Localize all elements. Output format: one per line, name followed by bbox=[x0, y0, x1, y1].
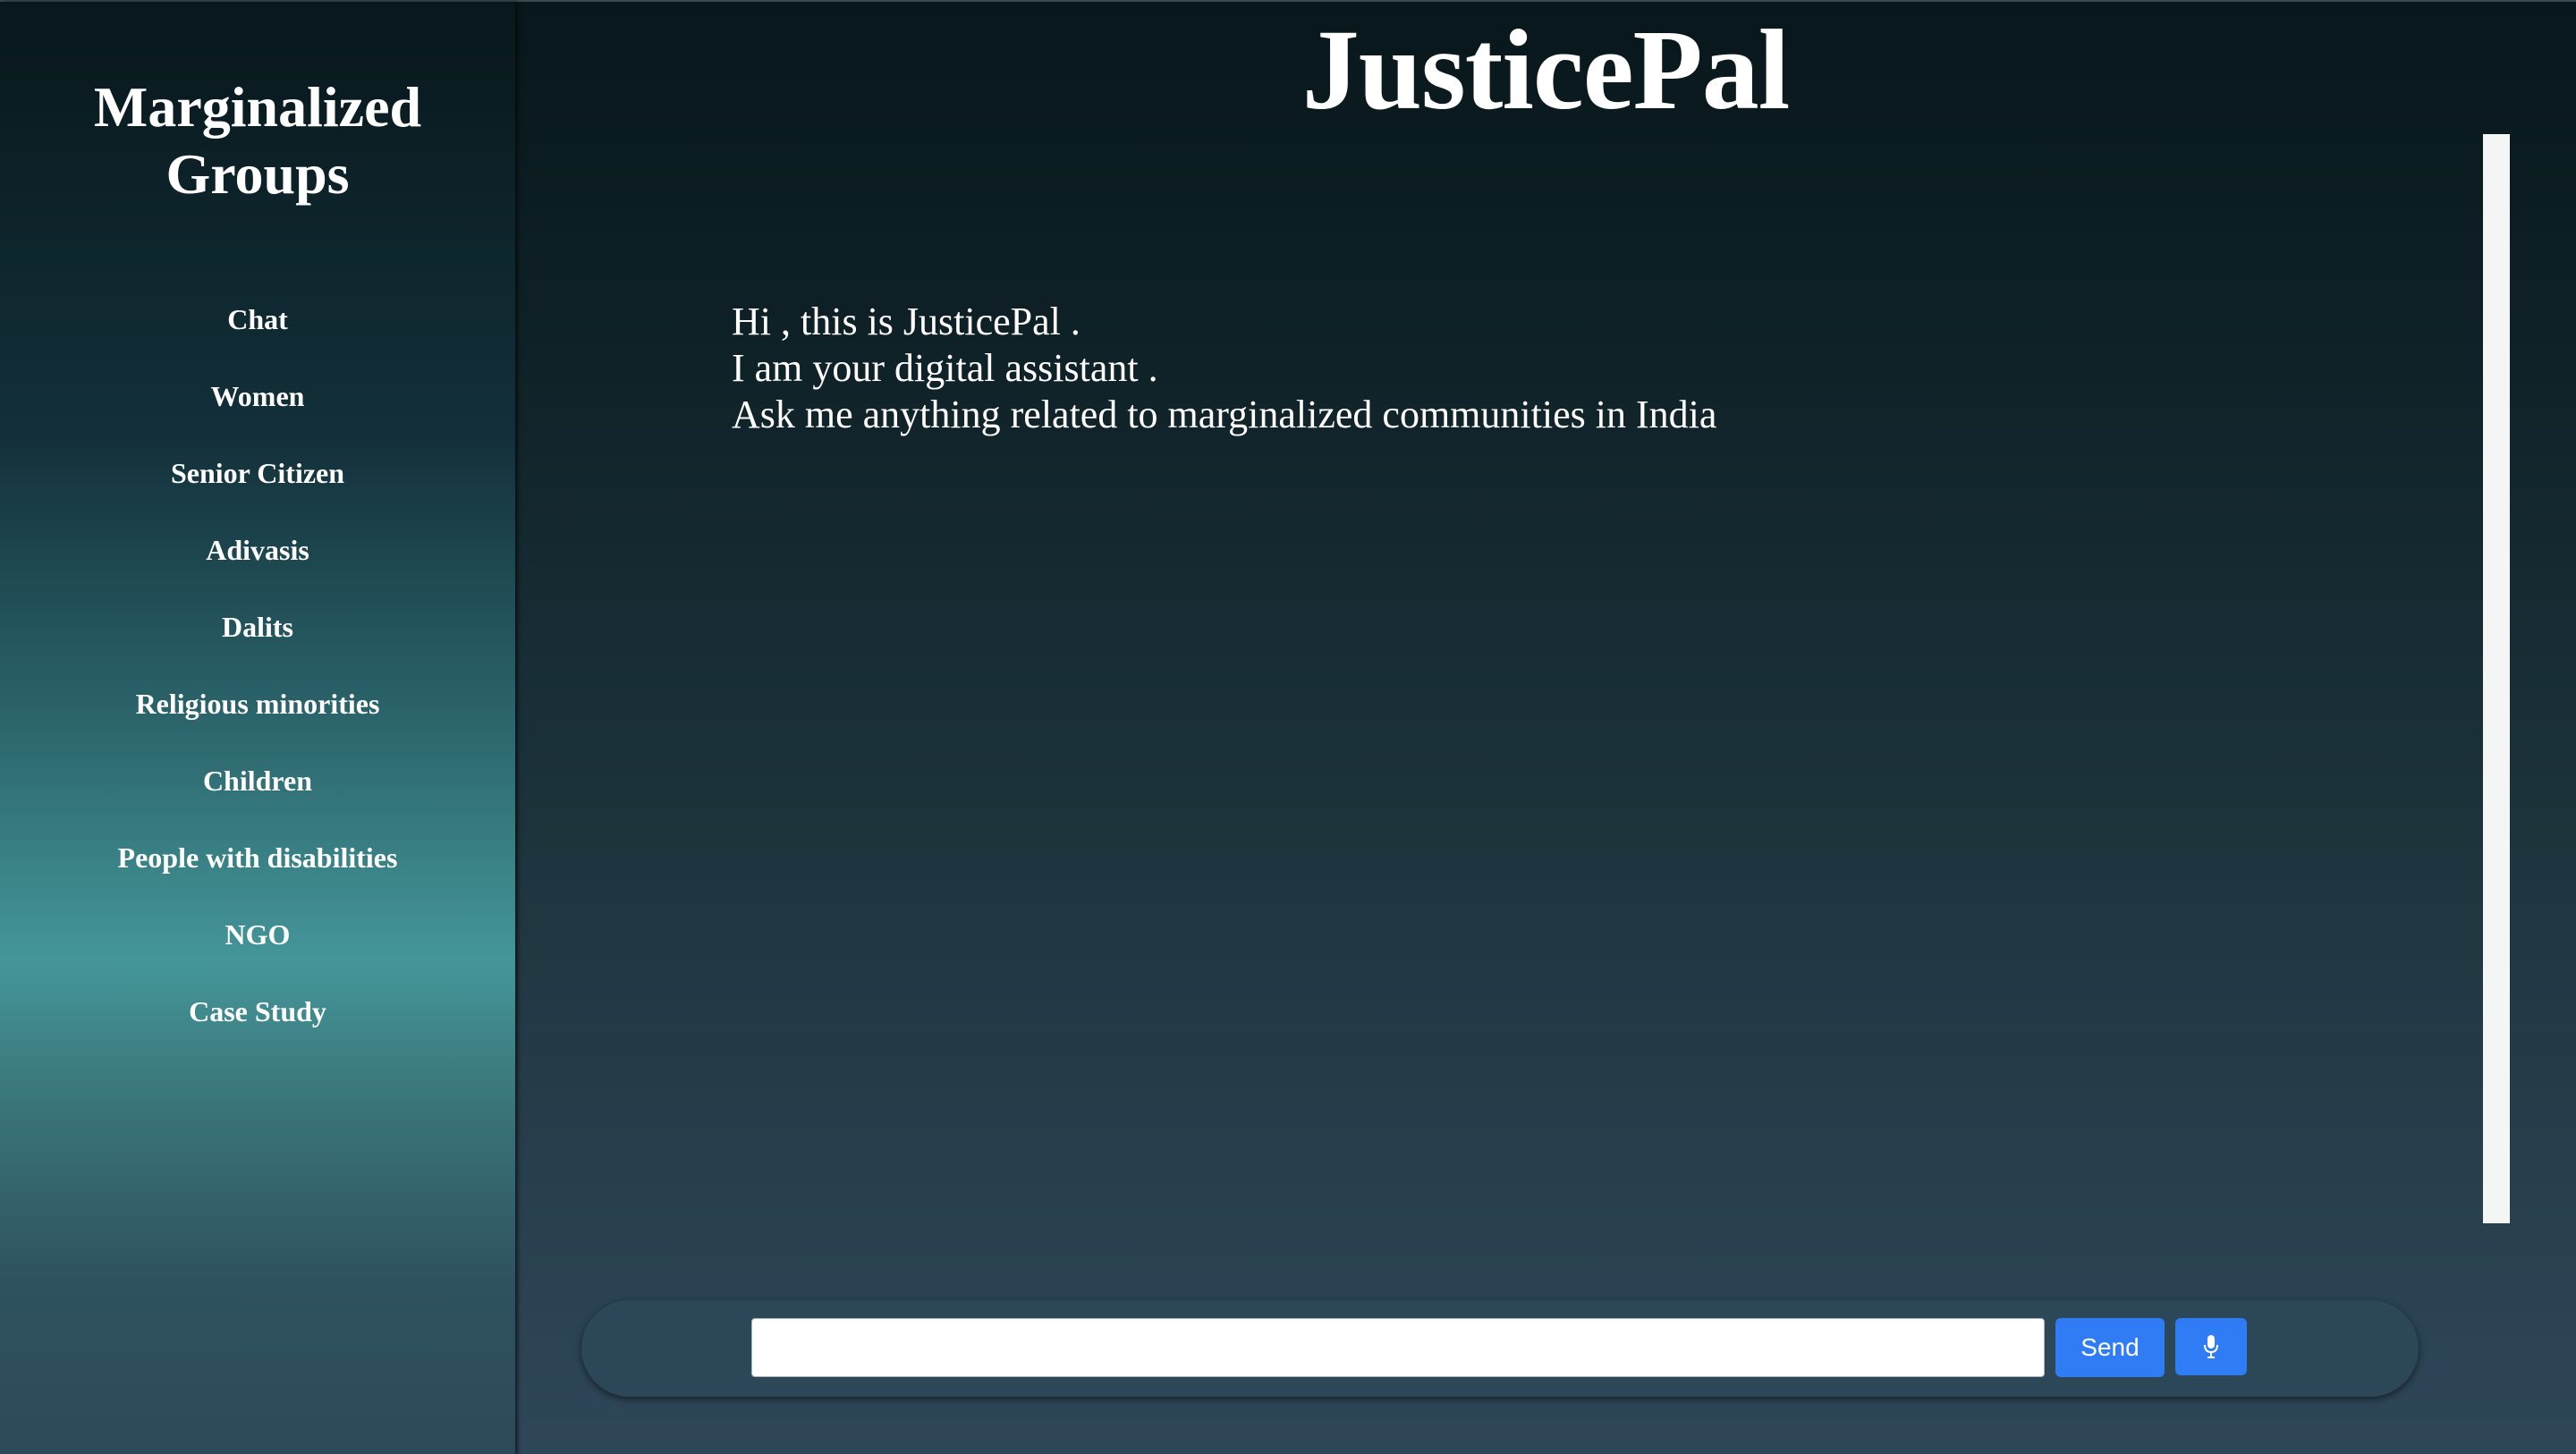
chat-scrollbar[interactable] bbox=[2483, 134, 2510, 1223]
microphone-icon bbox=[2204, 1335, 2218, 1358]
page-title: JusticePal bbox=[1301, 6, 1791, 133]
chat-panel: JusticePal Hi , this is JusticePal . I a… bbox=[515, 2, 2576, 1454]
bot-message-line: Hi , this is JusticePal . bbox=[732, 300, 1080, 343]
sidebar-item-case-study[interactable]: Case Study bbox=[0, 985, 515, 1062]
bot-message-line: I am your digital assistant . bbox=[732, 346, 1158, 390]
chat-input-bar: Send bbox=[581, 1300, 2419, 1397]
send-button[interactable]: Send bbox=[2055, 1318, 2165, 1377]
sidebar-item-adivasis[interactable]: Adivasis bbox=[0, 524, 515, 601]
sidebar-title: Marginalized Groups bbox=[93, 75, 422, 206]
bot-message-line: Ask me anything related to marginalized … bbox=[732, 393, 1717, 436]
chat-messages: Hi , this is JusticePal . I am your digi… bbox=[732, 299, 1716, 438]
sidebar-item-senior-citizen[interactable]: Senior Citizen bbox=[0, 447, 515, 524]
sidebar: Marginalized Groups Chat Women Senior Ci… bbox=[0, 2, 515, 1454]
sidebar-item-dalits[interactable]: Dalits bbox=[0, 601, 515, 678]
sidebar-item-women[interactable]: Women bbox=[0, 370, 515, 447]
sidebar-item-ngo[interactable]: NGO bbox=[0, 909, 515, 985]
sidebar-item-religious-minorities[interactable]: Religious minorities bbox=[0, 678, 515, 755]
sidebar-item-children[interactable]: Children bbox=[0, 755, 515, 832]
chat-input[interactable] bbox=[751, 1318, 2045, 1377]
mic-button[interactable] bbox=[2175, 1318, 2247, 1375]
sidebar-item-people-with-disabilities[interactable]: People with disabilities bbox=[0, 832, 515, 909]
sidebar-nav: Chat Women Senior Citizen Adivasis Dalit… bbox=[0, 293, 515, 1062]
sidebar-item-chat[interactable]: Chat bbox=[0, 293, 515, 370]
